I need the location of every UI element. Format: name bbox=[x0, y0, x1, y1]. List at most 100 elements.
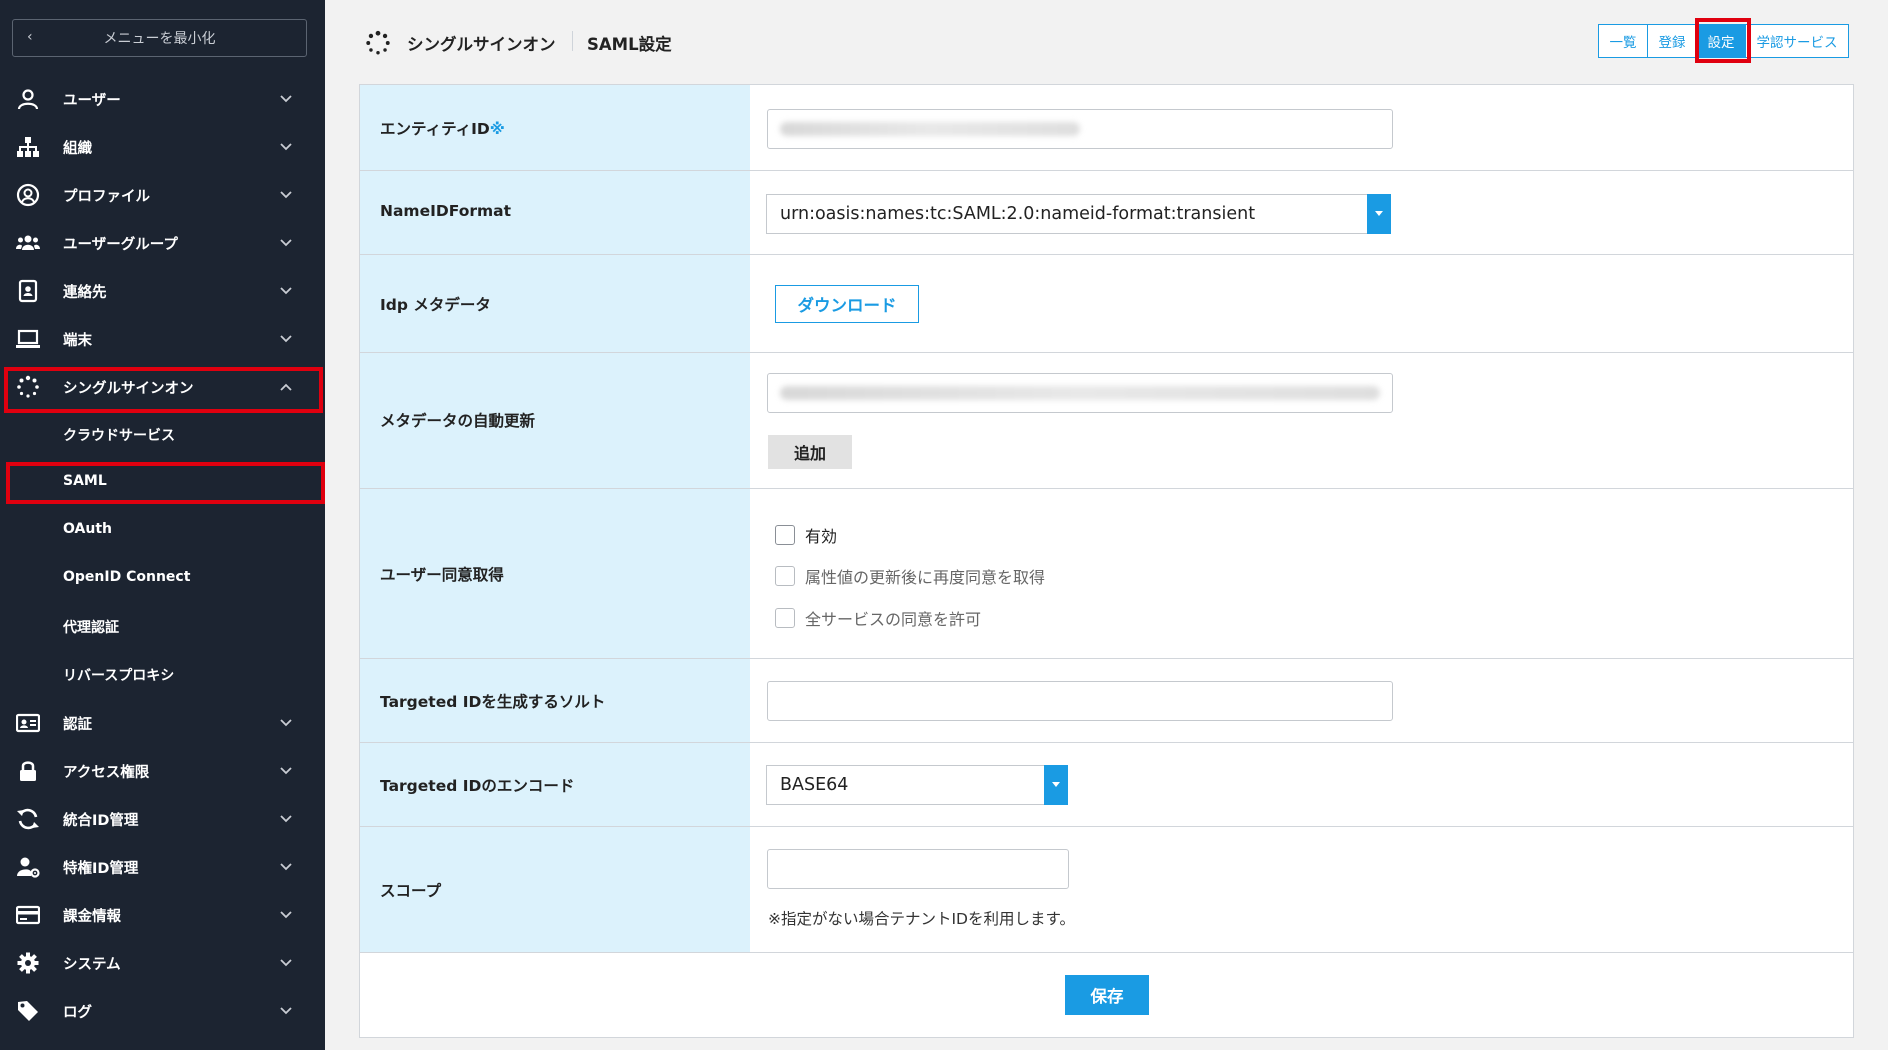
sidebar-item-integrated-id[interactable]: 統合ID管理 bbox=[0, 795, 325, 843]
profile-icon bbox=[16, 183, 40, 207]
metadata-url-input[interactable] bbox=[767, 373, 1393, 413]
page-title: SAML設定 bbox=[587, 35, 672, 54]
sidebar-item-system[interactable]: システム bbox=[0, 939, 325, 987]
chevron-down-icon bbox=[280, 335, 292, 343]
allow-all-services-checkbox[interactable]: 全サービスの同意を許可 bbox=[775, 606, 981, 630]
sidebar-item-authentication[interactable]: 認証 bbox=[0, 699, 325, 747]
checkbox-box[interactable] bbox=[775, 566, 795, 586]
breadcrumb-divider bbox=[572, 31, 573, 51]
form-row-idp-metadata: Idp メタデータ ダウンロード bbox=[360, 255, 1853, 353]
checkbox-label: 属性値の更新後に再度同意を取得 bbox=[805, 568, 1046, 587]
sidebar-item-single-sign-on[interactable]: シングルサインオン bbox=[0, 363, 325, 411]
minimize-menu-button[interactable]: ‹ メニューを最小化 bbox=[12, 19, 307, 57]
tab-gakunin-service[interactable]: 学認サービス bbox=[1745, 24, 1849, 58]
sidebar-item-contacts[interactable]: 連絡先 bbox=[0, 267, 325, 315]
sidebar-item-label: 連絡先 bbox=[63, 285, 107, 301]
form-row-targeted-id-encode: Targeted IDのエンコード BASE64 bbox=[360, 743, 1853, 827]
metadata-auto-update-label: メタデータの自動更新 bbox=[380, 412, 536, 430]
sidebar-subitem-openid-connect[interactable]: OpenID Connect bbox=[0, 555, 325, 603]
sidebar-item-label: 課金情報 bbox=[63, 909, 121, 925]
sidebar-item-profile[interactable]: プロファイル bbox=[0, 171, 325, 219]
breadcrumb-section: シングルサインオン bbox=[407, 35, 556, 54]
dropdown-arrow-icon bbox=[1044, 765, 1068, 805]
targeted-id-encode-select[interactable]: BASE64 bbox=[766, 765, 1068, 805]
sidebar-item-label: プロファイル bbox=[63, 189, 150, 205]
sidebar-item-label: 統合ID管理 bbox=[63, 813, 139, 829]
chevron-down-icon bbox=[280, 719, 292, 727]
sidebar-subitem-cloud-service[interactable]: クラウドサービス bbox=[0, 411, 325, 459]
checkbox-box[interactable] bbox=[775, 525, 795, 545]
tab-settings[interactable]: 設定 bbox=[1696, 24, 1746, 58]
targeted-id-salt-input[interactable] bbox=[767, 681, 1393, 721]
sidebar-item-user[interactable]: ユーザー bbox=[0, 75, 325, 123]
sidebar-item-user-group[interactable]: ユーザーグループ bbox=[0, 219, 325, 267]
checkbox-box[interactable] bbox=[775, 608, 795, 628]
checkbox-label: 全サービスの同意を許可 bbox=[805, 610, 982, 629]
credit-card-icon bbox=[16, 905, 40, 925]
entity-id-input[interactable] bbox=[767, 109, 1393, 149]
scope-label: スコープ bbox=[380, 882, 442, 900]
required-mark: ※ bbox=[489, 120, 505, 138]
consent-enabled-checkbox[interactable]: 有効 bbox=[775, 523, 837, 547]
sidebar-item-billing[interactable]: 課金情報 bbox=[0, 891, 325, 939]
sidebar-item-label: システム bbox=[63, 957, 121, 973]
gear-icon bbox=[17, 952, 39, 974]
user-icon bbox=[17, 89, 39, 110]
checkbox-label: 有効 bbox=[805, 527, 838, 546]
nameid-format-value: urn:oasis:names:tc:SAML:2.0:nameid-forma… bbox=[780, 204, 1256, 224]
sidebar-subitem-label: SAML bbox=[63, 473, 107, 489]
redacted-value bbox=[780, 122, 1080, 136]
user-group-icon bbox=[16, 235, 40, 250]
form-row-entity-id: エンティティID※ bbox=[360, 85, 1853, 171]
user-consent-label: ユーザー同意取得 bbox=[380, 566, 504, 584]
sidebar-subitem-reverse-proxy[interactable]: リバースプロキシ bbox=[0, 651, 325, 699]
lock-icon bbox=[20, 761, 36, 781]
nameid-format-select[interactable]: urn:oasis:names:tc:SAML:2.0:nameid-forma… bbox=[766, 194, 1391, 234]
sidebar-subitem-proxy-auth[interactable]: 代理認証 bbox=[0, 603, 325, 651]
chevron-down-icon bbox=[280, 959, 292, 967]
sidebar-subitem-label: 代理認証 bbox=[63, 620, 119, 636]
reconsent-after-update-checkbox[interactable]: 属性値の更新後に再度同意を取得 bbox=[775, 564, 1045, 588]
contact-book-icon bbox=[18, 279, 38, 303]
download-button[interactable]: ダウンロード bbox=[775, 285, 919, 323]
chevron-down-icon bbox=[280, 767, 292, 775]
form-row-user-consent: ユーザー同意取得 有効 属性値の更新後に再度同意を取得 全サービスの同意を許可 bbox=[360, 489, 1853, 659]
sidebar-subitem-label: リバースプロキシ bbox=[63, 668, 175, 684]
chevron-left-icon: ‹ bbox=[27, 29, 33, 45]
form-row-metadata-auto-update: メタデータの自動更新 追加 bbox=[360, 353, 1853, 489]
sidebar-subitem-label: クラウドサービス bbox=[63, 428, 175, 444]
chevron-down-icon bbox=[280, 1007, 292, 1015]
scope-input[interactable] bbox=[767, 849, 1069, 889]
user-gear-icon bbox=[17, 857, 40, 878]
view-tabs: 一覧 登録 設定 学認サービス bbox=[1598, 24, 1849, 58]
tab-register[interactable]: 登録 bbox=[1647, 24, 1697, 58]
sidebar-subitem-label: OAuth bbox=[63, 521, 112, 537]
sidebar-item-log[interactable]: ログ bbox=[0, 987, 325, 1035]
saml-settings-form: エンティティID※ NameIDFormat urn:oasis:names:t… bbox=[359, 84, 1854, 1038]
sidebar-item-devices[interactable]: 端末 bbox=[0, 315, 325, 363]
targeted-id-encode-label: Targeted IDのエンコード bbox=[380, 777, 575, 795]
chevron-down-icon bbox=[280, 815, 292, 823]
chevron-down-icon bbox=[280, 191, 292, 199]
idp-metadata-label: Idp メタデータ bbox=[380, 296, 491, 314]
sidebar-item-label: 端末 bbox=[63, 333, 92, 349]
save-button[interactable]: 保存 bbox=[1065, 975, 1149, 1015]
form-row-nameid-format: NameIDFormat urn:oasis:names:tc:SAML:2.0… bbox=[360, 171, 1853, 255]
dropdown-arrow-icon bbox=[1367, 194, 1391, 234]
sidebar-item-label: シングルサインオン bbox=[63, 381, 194, 397]
sidebar-item-privileged-id[interactable]: 特権ID管理 bbox=[0, 843, 325, 891]
sidebar: ‹ メニューを最小化 ユーザー 組織 プロファイル ユーザーグループ 連絡先 端… bbox=[0, 0, 325, 1050]
sso-icon bbox=[17, 375, 39, 398]
sidebar-item-label: 組織 bbox=[63, 141, 92, 157]
sidebar-subitem-saml[interactable]: SAML bbox=[0, 459, 325, 507]
add-button[interactable]: 追加 bbox=[768, 435, 852, 469]
chevron-down-icon bbox=[280, 143, 292, 151]
chevron-down-icon bbox=[280, 239, 292, 247]
sidebar-subitem-oauth[interactable]: OAuth bbox=[0, 507, 325, 555]
sidebar-item-label: ユーザーグループ bbox=[63, 237, 178, 253]
tab-list[interactable]: 一覧 bbox=[1598, 24, 1648, 58]
sidebar-item-organization[interactable]: 組織 bbox=[0, 123, 325, 171]
form-row-scope: スコープ ※指定がない場合テナントIDを利用します。 bbox=[360, 827, 1853, 953]
sidebar-item-access-rights[interactable]: アクセス権限 bbox=[0, 747, 325, 795]
sidebar-item-label: 認証 bbox=[63, 717, 92, 733]
